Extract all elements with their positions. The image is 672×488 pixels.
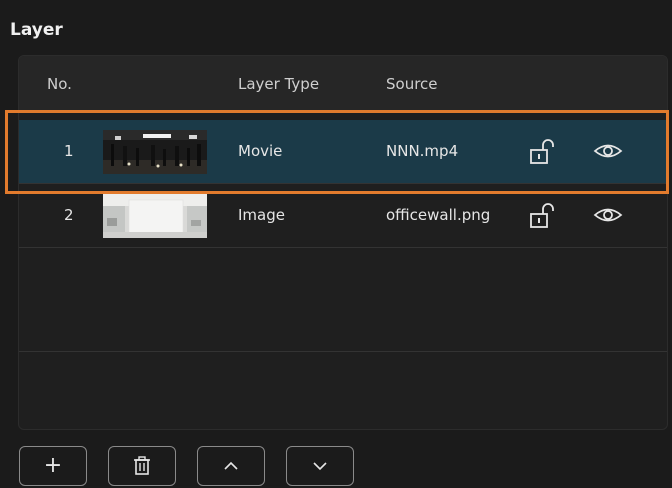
eye-icon[interactable] [593, 202, 623, 230]
layer-type: Image [238, 206, 285, 224]
layer-type: Movie [238, 142, 283, 160]
chevron-down-icon [313, 462, 327, 471]
trash-icon [134, 456, 150, 475]
move-up-button[interactable] [197, 446, 265, 486]
add-layer-button[interactable]: + [19, 446, 87, 486]
layer-source: officewall.png [386, 206, 491, 224]
table-row[interactable]: 2 Image officewall.png [19, 184, 667, 248]
row-number: 1 [64, 142, 74, 160]
row-number: 2 [64, 206, 74, 224]
column-header-source: Source [386, 75, 438, 93]
layer-source: NNN.mp4 [386, 142, 459, 160]
unlock-icon[interactable] [529, 138, 559, 166]
unlock-icon[interactable] [529, 202, 559, 230]
chevron-up-icon [224, 461, 238, 470]
column-header-layer-type: Layer Type [238, 75, 320, 93]
layer-panel: Layer No. Layer Type Source 1 Movie NNN.… [0, 0, 672, 488]
add-label: + [43, 453, 63, 478]
eye-icon[interactable] [593, 138, 623, 166]
table-header: No. Layer Type Source [19, 56, 667, 112]
column-header-no: No. [47, 75, 72, 93]
table-row[interactable]: 1 Movie NNN.mp4 [19, 120, 667, 184]
delete-layer-button[interactable] [108, 446, 176, 486]
panel-title: Layer [10, 20, 63, 40]
empty-table-row [19, 248, 667, 352]
image-thumbnail [103, 194, 207, 238]
movie-thumbnail [103, 130, 207, 174]
move-down-button[interactable] [286, 446, 354, 486]
